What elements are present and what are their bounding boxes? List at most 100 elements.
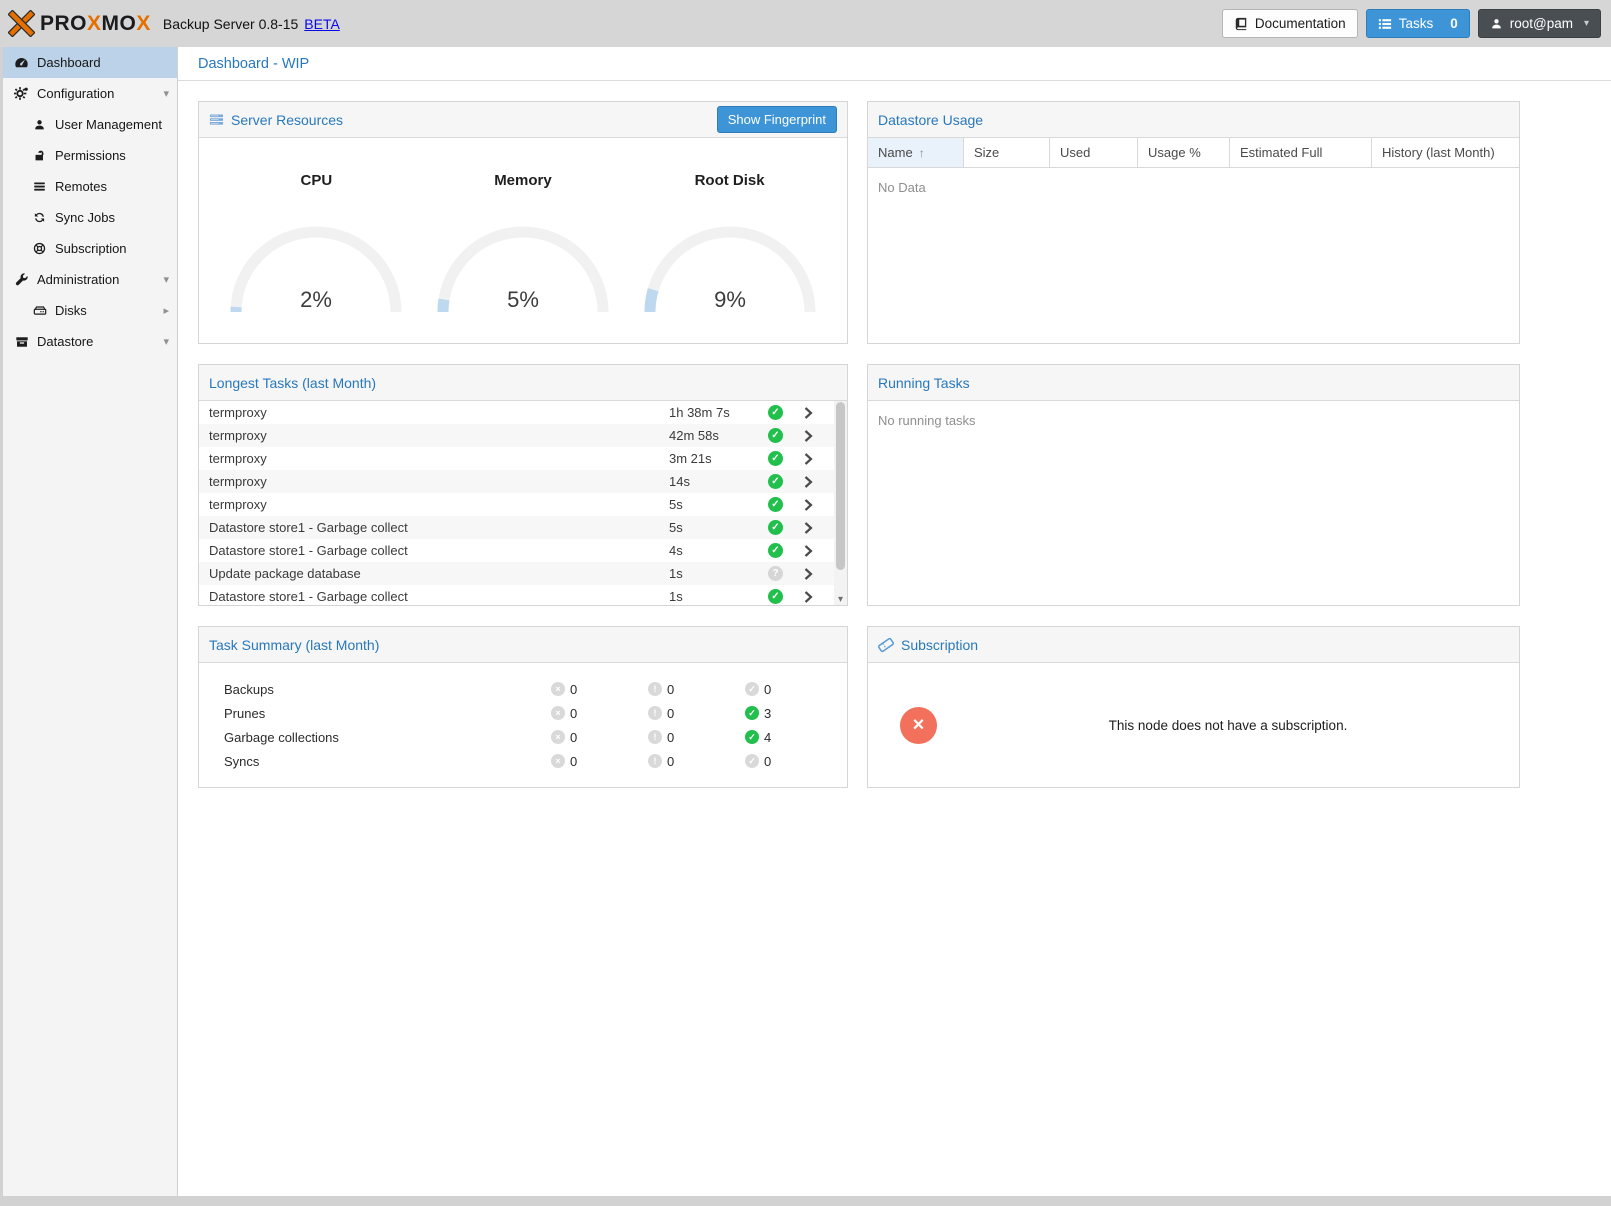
- sidebar-item-permissions[interactable]: Permissions: [3, 140, 177, 171]
- summary-label: Backups: [224, 682, 551, 697]
- datastore-usage-empty: No Data: [868, 168, 1519, 207]
- chevron-down-icon: ▾: [1584, 18, 1589, 29]
- scrollbar[interactable]: ▾: [834, 401, 847, 606]
- server-resources-title: Server Resources: [209, 112, 343, 128]
- column-header-name[interactable]: Name ↑: [868, 138, 964, 167]
- hard-disk-icon: [31, 304, 48, 318]
- summary-ok: ✓0: [745, 682, 847, 697]
- chevron-down-icon[interactable]: ▾: [163, 335, 169, 348]
- table-row[interactable]: termproxy 14s ✓: [199, 470, 834, 493]
- column-header-estimated-full[interactable]: Estimated Full: [1230, 138, 1372, 167]
- tasks-count-badge: 0: [1450, 16, 1458, 31]
- sidebar-item-remotes[interactable]: Remotes: [3, 171, 177, 202]
- sidebar-item-configuration[interactable]: Configuration ▾: [3, 78, 177, 109]
- datastore-icon: [13, 335, 30, 349]
- task-status-icon: ✓: [768, 405, 783, 420]
- chevron-down-icon[interactable]: ▾: [163, 273, 169, 286]
- chevron-right-icon[interactable]: [804, 591, 835, 603]
- task-duration: 5s: [669, 497, 768, 512]
- chevron-right-icon[interactable]: [804, 499, 835, 511]
- column-header-size[interactable]: Size: [964, 138, 1050, 167]
- summary-error: ×0: [551, 682, 648, 697]
- table-row[interactable]: Datastore store1 - Garbage collect 1s ✓: [199, 585, 834, 606]
- table-row[interactable]: termproxy 5s ✓: [199, 493, 834, 516]
- chevron-right-icon[interactable]: [804, 522, 835, 534]
- warning-icon: !: [648, 682, 662, 696]
- datastore-usage-title: Datastore Usage: [878, 112, 983, 128]
- task-status-icon: ✓: [768, 497, 783, 512]
- svg-text:9%: 9%: [714, 287, 746, 312]
- task-status-icon: ✓: [768, 543, 783, 558]
- task-status-icon: ✓: [768, 520, 783, 535]
- summary-warning: !0: [648, 682, 745, 697]
- table-row[interactable]: termproxy 3m 21s ✓: [199, 447, 834, 470]
- datastore-usage-table-header: Name ↑ Size Used Usage % Estimated Full …: [868, 138, 1519, 168]
- running-tasks-panel: Running Tasks No running tasks: [867, 364, 1520, 606]
- column-header-used[interactable]: Used: [1050, 138, 1138, 167]
- table-row[interactable]: termproxy 42m 58s ✓: [199, 424, 834, 447]
- task-status-icon: ✓: [768, 428, 783, 443]
- task-status-icon: ?: [768, 566, 783, 581]
- task-status-icon: ✓: [768, 589, 783, 604]
- sidebar-item-subscription[interactable]: Subscription: [3, 233, 177, 264]
- task-duration: 3m 21s: [669, 451, 768, 466]
- user-menu-button[interactable]: root@pam ▾: [1478, 9, 1601, 38]
- warning-icon: !: [648, 754, 662, 768]
- gauges: CPU 2% Memory 5%: [199, 138, 847, 321]
- documentation-button[interactable]: Documentation: [1222, 9, 1358, 38]
- summary-ok: ✓3: [745, 706, 847, 721]
- sidebar-item-sync-jobs[interactable]: Sync Jobs: [3, 202, 177, 233]
- sidebar-item-user-management[interactable]: User Management: [3, 109, 177, 140]
- chevron-right-icon[interactable]: ▸: [163, 304, 169, 317]
- error-icon: ×: [551, 706, 565, 720]
- chevron-right-icon[interactable]: [804, 568, 835, 580]
- scrollbar-thumb[interactable]: [836, 402, 845, 570]
- beta-link[interactable]: BETA: [304, 16, 340, 32]
- show-fingerprint-button[interactable]: Show Fingerprint: [717, 106, 837, 133]
- tasks-button[interactable]: Tasks 0: [1366, 9, 1470, 38]
- server-resources-panel: Server Resources Show Fingerprint CPU 2%: [198, 101, 848, 344]
- column-header-history[interactable]: History (last Month): [1372, 138, 1519, 167]
- column-header-usage-pct[interactable]: Usage %: [1138, 138, 1230, 167]
- task-duration: 42m 58s: [669, 428, 768, 443]
- product-version: Backup Server 0.8-15: [163, 16, 298, 32]
- sidebar-item-disks[interactable]: Disks ▸: [3, 295, 177, 326]
- main-header: Dashboard - WIP: [178, 47, 1611, 81]
- book-icon: [1234, 17, 1248, 31]
- sidebar-item-dashboard[interactable]: Dashboard: [3, 47, 177, 78]
- chevron-right-icon[interactable]: [804, 476, 835, 488]
- check-icon: ✓: [745, 754, 759, 768]
- summary-error: ×0: [551, 754, 648, 769]
- list-icon: [31, 180, 48, 193]
- task-name: Datastore store1 - Garbage collect: [209, 520, 669, 535]
- check-icon: ✓: [745, 682, 759, 696]
- summary-label: Prunes: [224, 706, 551, 721]
- sidebar-item-datastore[interactable]: Datastore ▾: [3, 326, 177, 357]
- chevron-down-icon[interactable]: ▾: [163, 87, 169, 100]
- sidebar: Dashboard Configuration ▾: [3, 47, 178, 1196]
- longest-tasks-title: Longest Tasks (last Month): [209, 375, 376, 391]
- table-row[interactable]: Datastore store1 - Garbage collect 4s ✓: [199, 539, 834, 562]
- task-name: Datastore store1 - Garbage collect: [209, 543, 669, 558]
- scroll-down-icon[interactable]: ▾: [834, 592, 847, 606]
- table-row[interactable]: Update package database 1s ?: [199, 562, 834, 585]
- chevron-right-icon[interactable]: [804, 407, 835, 419]
- summary-label: Syncs: [224, 754, 551, 769]
- table-row[interactable]: Datastore store1 - Garbage collect 5s ✓: [199, 516, 834, 539]
- svg-text:2%: 2%: [300, 287, 332, 312]
- chevron-right-icon[interactable]: [804, 545, 835, 557]
- chevron-right-icon[interactable]: [804, 430, 835, 442]
- longest-tasks-list: termproxy 1h 38m 7s ✓ termproxy 42m 58s …: [199, 401, 834, 606]
- sidebar-item-administration[interactable]: Administration ▾: [3, 264, 177, 295]
- chevron-right-icon[interactable]: [804, 453, 835, 465]
- cpu-gauge: CPU 2%: [213, 138, 420, 321]
- error-icon: ×: [551, 682, 565, 696]
- subscription-panel: Subscription × This node does not have a…: [867, 626, 1520, 788]
- table-row[interactable]: termproxy 1h 38m 7s ✓: [199, 401, 834, 424]
- svg-text:5%: 5%: [507, 287, 539, 312]
- summary-error: ×0: [551, 706, 648, 721]
- summary-warning: !0: [648, 730, 745, 745]
- root-disk-gauge: Root Disk 9%: [626, 138, 833, 321]
- topbar: PROXMOX Backup Server 0.8-15 BETA Docume…: [0, 0, 1611, 47]
- datastore-usage-panel: Datastore Usage Name ↑ Size Used Usage %…: [867, 101, 1520, 344]
